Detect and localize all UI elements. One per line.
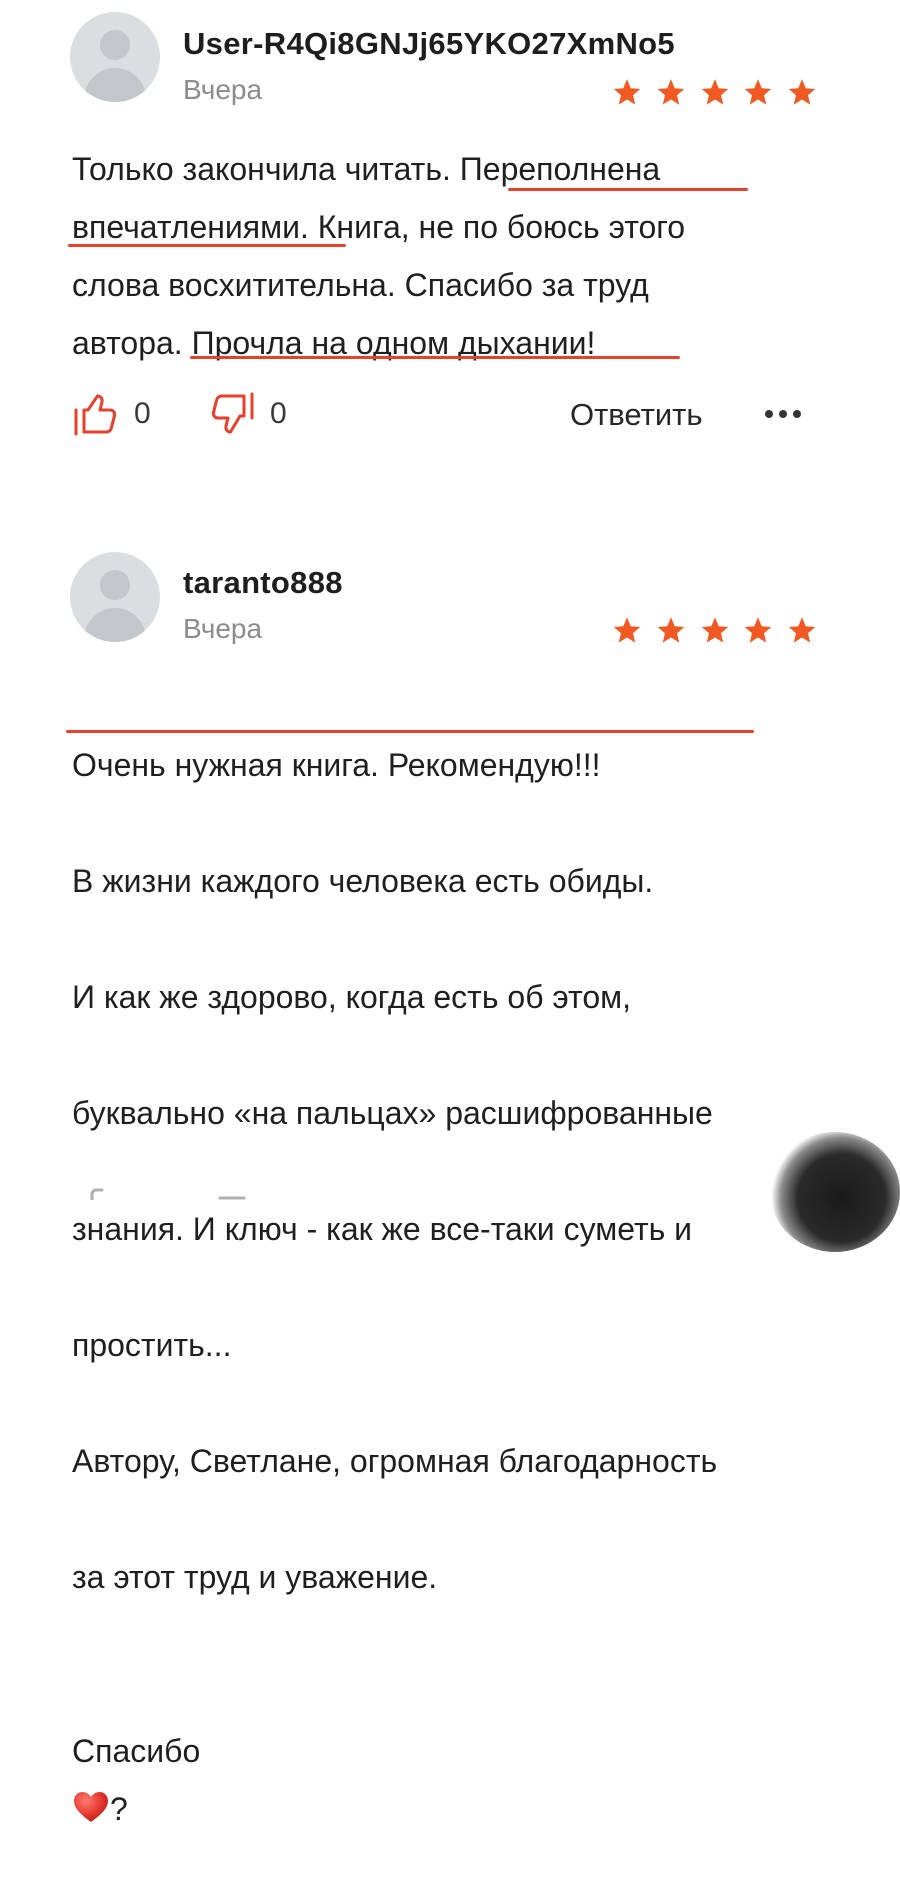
review-date: Вчера [183,613,263,644]
star-icon [701,79,728,105]
highlight-underline [68,244,346,247]
closing-suffix: ? [110,1791,128,1827]
like-count: 0 [134,397,151,430]
thumbs-up-icon [74,394,117,436]
review-text-line: И как же здорово, когда есть об этом, [72,979,632,1015]
highlight-underline [66,730,754,733]
avatar-placeholder-icon[interactable] [70,12,160,102]
star-icon [657,617,684,643]
review-text-line: В жизни каждого человека есть обиды. [72,863,654,899]
review-text-line: Автору, Светлане, огромная благодарность [72,1443,718,1479]
review-date: Вчера [183,74,263,105]
star-icon [788,79,816,105]
star-icon [745,79,772,105]
dislike-button[interactable]: 0 [208,392,287,436]
star-icon [613,79,641,105]
star-icon [657,79,684,105]
avatar-placeholder-icon[interactable] [70,552,160,642]
rating-stars [612,77,817,107]
reply-button[interactable]: Ответить [570,397,703,433]
review-text-line: простить... [72,1327,232,1363]
review-text-line: Очень нужная книга. Рекомендую!!! [72,747,601,783]
review-text-line: за этот труд и уважение. [72,1559,438,1595]
review-closing-line: Спасибо ? [72,1664,872,1838]
red-heart-icon [74,1792,108,1822]
thumbs-down-icon [211,392,254,434]
like-button[interactable]: 0 [72,392,151,436]
thumbs-up-icon [90,1188,104,1200]
highlight-underline [190,356,680,359]
thumbs-down-icon [218,1196,246,1200]
review-text: Очень нужная книга. Рекомендую!!! В жизн… [72,678,872,1896]
star-icon [613,617,641,643]
review-username[interactable]: taranto888 [183,565,343,601]
more-dots-icon[interactable] [765,410,801,418]
review-text-line: буквально «на пальцах» расшифрованные [72,1095,713,1131]
review-text: Только закончила читать. Переполнена впе… [72,151,686,361]
star-icon [788,617,816,643]
star-icon [745,617,772,643]
star-icon [701,617,728,643]
dislike-count: 0 [270,397,287,430]
closing-text: Спасибо [72,1733,201,1769]
rating-stars [612,615,817,645]
review-username[interactable]: User-R4Qi8GNJj65YKO27XmNo5 [183,26,675,62]
highlight-underline [508,188,748,191]
review-text-line: знания. И ключ - как же все-таки суметь … [72,1211,693,1247]
floating-action-button[interactable] [770,1132,900,1252]
